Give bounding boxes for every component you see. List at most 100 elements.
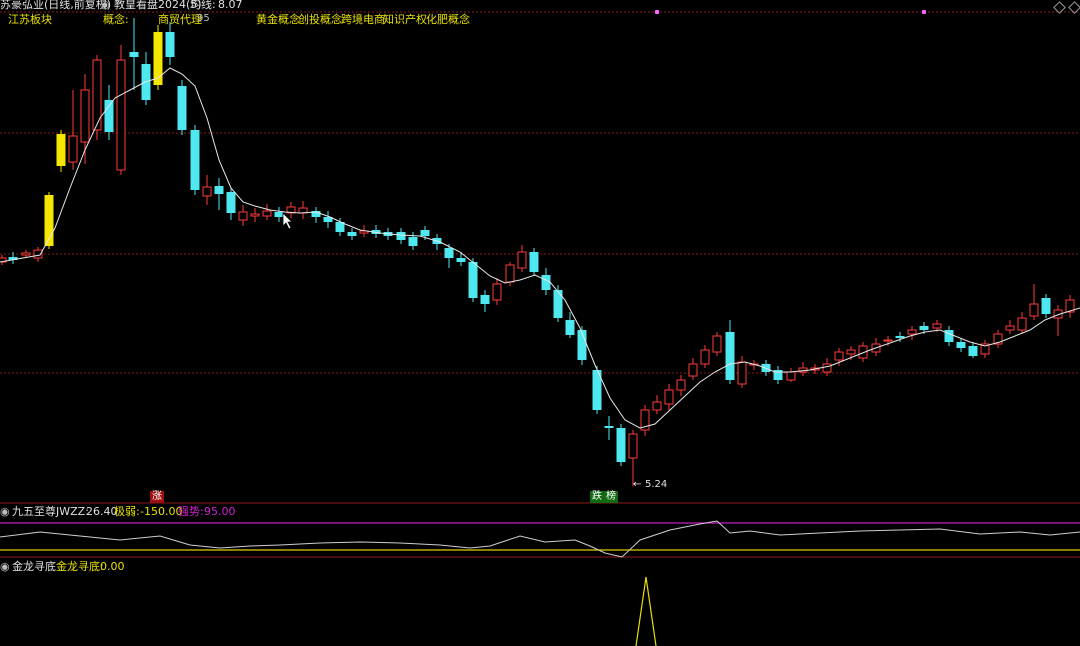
candlestick [1017, 312, 1027, 334]
candle-body [129, 52, 139, 57]
candle-body [68, 135, 78, 163]
candle-body [396, 232, 406, 240]
candle-body [822, 363, 832, 373]
candlestick [408, 232, 418, 250]
candlestick [129, 18, 139, 90]
jinlong-panel [635, 576, 657, 646]
candlestick [1029, 284, 1039, 320]
candle-body [56, 134, 66, 166]
candle-body [274, 212, 284, 217]
candle-body [834, 351, 844, 361]
candlestick [968, 342, 978, 358]
jwzz-panel [0, 520, 1080, 558]
concept-tag: 创投概念 [298, 13, 342, 26]
candle-body [725, 332, 735, 380]
candle-body [712, 335, 722, 353]
limit-value: -150.00 [140, 505, 183, 518]
candlestick [202, 175, 212, 205]
candlestick [980, 340, 990, 358]
candlestick [396, 228, 406, 244]
candlestick [68, 90, 78, 170]
candle-body [250, 213, 260, 217]
jwzz-label: JWZZ: [56, 505, 89, 518]
candle-body [1017, 317, 1027, 331]
concept-tag: 知识产权 [383, 13, 427, 26]
candlestick [286, 202, 296, 218]
candlestick [676, 375, 686, 396]
hidden-number: 95 [197, 13, 210, 24]
indicator-name[interactable]: 教皇看盘2024(5) [114, 0, 202, 11]
down-signal-badge: 跌 [590, 491, 604, 503]
panel2-title[interactable]: 九五至尊 [12, 505, 56, 518]
candlestick [1065, 295, 1075, 318]
candle-body [177, 86, 187, 130]
jinlong-spike [635, 576, 657, 646]
candle-body [214, 186, 224, 194]
strong-value: 95.00 [204, 505, 236, 518]
candlestick [616, 424, 626, 466]
candlesticks [0, 18, 1075, 486]
candlestick [993, 330, 1003, 348]
concept-tag: 化肥概念 [426, 13, 470, 26]
candle-body [577, 330, 587, 360]
candle-body [165, 32, 175, 57]
candlestick [347, 228, 357, 240]
candlestick [517, 245, 527, 272]
candle-body [1005, 325, 1015, 331]
candle-body [517, 251, 527, 269]
candle-body [21, 252, 31, 256]
candlestick [725, 320, 735, 384]
panel3-title[interactable]: 金龙寻底 [12, 560, 56, 573]
candle-body [895, 336, 905, 338]
panel3-settings-icon[interactable]: ◉ [0, 560, 10, 573]
candlestick [323, 211, 333, 228]
candle-body [616, 428, 626, 462]
candle-body [932, 323, 942, 329]
candlestick [104, 85, 114, 140]
candlestick [907, 326, 917, 340]
candle-body [444, 248, 454, 258]
candlestick [250, 208, 260, 222]
candlestick [737, 356, 747, 388]
candle-body [190, 130, 200, 190]
up-signal-badge: 涨 [150, 491, 164, 503]
candlestick [604, 416, 614, 440]
candlestick [553, 285, 563, 322]
candlestick [226, 188, 236, 220]
ma-value: 8.07 [218, 0, 243, 11]
candlestick [116, 45, 126, 175]
candlestick [274, 207, 284, 222]
marker-dot [922, 10, 926, 14]
candlestick [1053, 305, 1063, 336]
candlestick [190, 125, 200, 195]
jinlong-value: 0.00 [100, 560, 125, 573]
candle-body [944, 330, 954, 342]
candle-body [786, 371, 796, 381]
candlestick [664, 384, 674, 410]
candlestick [214, 178, 224, 210]
candle-body [529, 252, 539, 272]
concept-value: 商贸代理 [158, 13, 202, 26]
candle-body [505, 264, 515, 283]
price-chart[interactable] [0, 0, 1080, 646]
candle-body [116, 59, 126, 171]
candlestick [712, 332, 722, 356]
panel2-settings-icon[interactable]: ◉ [0, 505, 10, 518]
candlestick [141, 52, 151, 105]
jwzz-value: 26.40 [86, 505, 118, 518]
candle-body [1029, 303, 1039, 317]
marker-dot [655, 10, 659, 14]
candlestick [1041, 294, 1051, 318]
low-price-arrow: ← [633, 479, 642, 490]
candlestick [56, 130, 66, 172]
settings-icon[interactable]: ◉ [100, 0, 110, 11]
candle-body [968, 346, 978, 356]
candle-body [480, 295, 490, 304]
candle-body [238, 211, 248, 221]
candlestick [238, 205, 248, 226]
candlestick [262, 204, 272, 220]
jinlong-label: 金龙寻底: [56, 560, 104, 573]
candlestick [798, 362, 808, 376]
candle-body [1041, 298, 1051, 314]
stock-title[interactable]: 苏豪弘业(日线,前复权) [0, 0, 111, 11]
